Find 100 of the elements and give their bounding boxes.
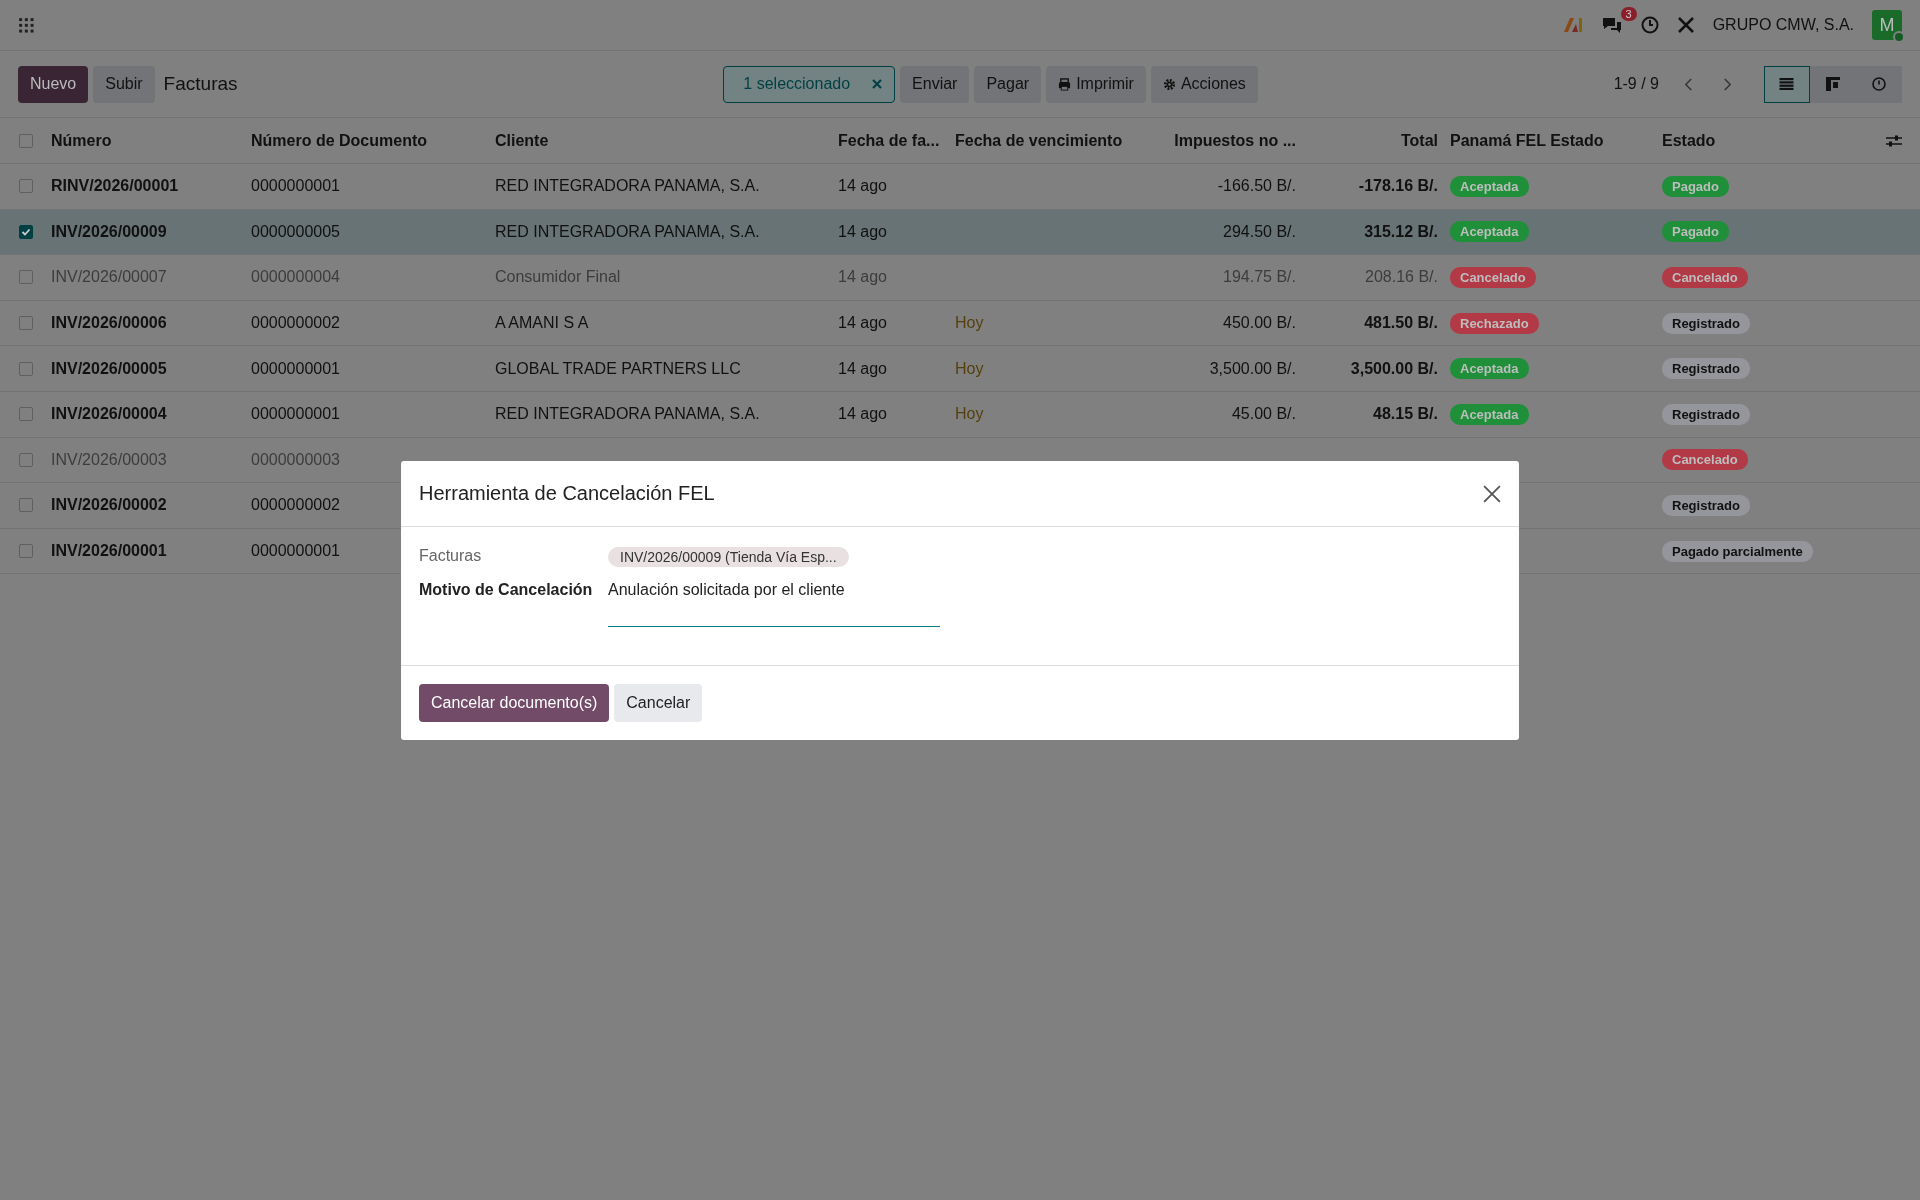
column-header[interactable]: Panamá FEL Estado [1450,131,1604,149]
table-cell: INV/2026/00007 [51,268,167,286]
table-cell: RED INTEGRADORA PANAMA, S.A. [495,405,760,423]
reason-field[interactable]: Anulación solicitada por el cliente [608,581,940,627]
table-cell: 208.16 B/. [1365,268,1438,286]
gear-icon [1162,77,1176,91]
table-cell: RED INTEGRADORA PANAMA, S.A. [495,222,760,240]
table-cell: 3,500.00 B/. [1209,359,1296,377]
status-badge: Pagado [1662,175,1729,197]
status-badge: Cancelado [1662,449,1748,471]
table-cell: -166.50 B/. [1217,177,1296,195]
table-cell: 14 ago [838,314,887,332]
chevron-left-icon [1684,77,1694,91]
user-avatar[interactable]: M [1872,10,1902,40]
action-button[interactable]: Enviar [900,65,970,103]
table-cell: GLOBAL TRADE PARTNERS LLC [495,359,741,377]
status-badge: Pagado [1662,221,1729,243]
ai-icon[interactable] [1562,17,1583,33]
column-header[interactable]: Número [51,131,112,149]
table-cell: 0000000005 [251,222,340,240]
pager-value[interactable]: 1-9 / 9 [1613,75,1659,93]
row-checkbox[interactable] [18,361,33,376]
table-cell: INV/2026/00006 [51,314,167,332]
table-cell: A AMANI S A [495,314,589,332]
printer-icon [1058,77,1072,91]
table-cell: 0000000002 [251,314,340,332]
status-badge: Rechazado [1450,312,1539,334]
clock-icon[interactable] [1640,16,1659,34]
status-badge: Registrado [1662,358,1750,380]
table-cell: INV/2026/00005 [51,359,167,377]
column-header[interactable]: Impuestos no ... [1174,131,1296,149]
table-cell: 0000000004 [251,268,340,286]
select-all-checkbox[interactable] [18,133,33,148]
close-icon[interactable] [1483,484,1501,503]
field-label: Motivo de Cancelación [419,581,593,598]
table-cell: 294.50 B/. [1223,222,1296,240]
status-badge: Aceptada [1450,175,1529,197]
view-switch-button[interactable] [1856,65,1902,103]
new-button[interactable]: Nuevo [18,65,89,103]
chat-icon[interactable] [1600,16,1623,34]
row-checkbox[interactable] [18,498,33,513]
status-badge: Registrado [1662,403,1750,425]
table-cell: INV/2026/00002 [51,496,167,514]
table-cell: 0000000001 [251,405,340,423]
apps-menu-icon[interactable] [18,17,34,33]
table-cell: 0000000001 [251,542,340,560]
clock-icon [1872,77,1886,91]
company-name[interactable]: GRUPO CMW, S.A. [1712,16,1854,34]
cancel-button[interactable]: Cancelar [614,684,703,722]
confirm-cancel-button[interactable]: Cancelar documento(s) [419,684,610,722]
table-cell: RED INTEGRADORA PANAMA, S.A. [495,177,760,195]
status-badge: Registrado [1662,494,1750,516]
close-icon[interactable] [872,79,883,89]
row-checkbox[interactable] [18,316,33,331]
check-icon [20,226,31,237]
status-badge: Cancelado [1450,267,1536,288]
view-switch-button[interactable] [1810,65,1856,103]
table-cell: 315.12 B/. [1364,222,1438,240]
list-icon [1779,78,1795,90]
selection-counter[interactable]: 1 seleccionado [723,65,896,103]
settings-icon[interactable] [1886,133,1902,148]
table-cell: 0000000003 [251,450,340,468]
table-cell: Consumidor Final [495,268,621,286]
action-button[interactable]: Imprimir [1046,65,1146,103]
row-checkbox[interactable] [18,407,33,422]
status-badge: Registrado [1662,312,1750,334]
table-cell: INV/2026/00001 [51,542,167,560]
invoice-tag[interactable]: INV/2026/00009 (Tienda Vía Esp... [608,547,849,567]
page-title: Facturas [163,73,238,95]
column-header[interactable]: Fecha de fa... [838,131,940,149]
table-cell: 481.50 B/. [1364,314,1438,332]
table-cell: 0000000001 [251,359,340,377]
row-checkbox[interactable] [18,270,33,285]
table-cell: 14 ago [838,177,887,195]
view-switch-button[interactable] [1764,65,1810,103]
column-header[interactable]: Número de Documento [251,131,427,149]
action-button[interactable]: Acciones [1150,65,1258,103]
status-badge: Aceptada [1450,403,1529,425]
table-cell: -178.16 B/. [1358,177,1438,195]
action-button[interactable]: Pagar [974,65,1042,103]
field-label: Facturas [419,547,482,564]
column-header[interactable]: Fecha de vencimiento [955,131,1123,149]
table-cell: RINV/2026/00001 [51,177,179,195]
status-badge: Aceptada [1450,221,1529,243]
table-cell: 48.15 B/. [1373,405,1438,423]
table-cell: 194.75 B/. [1223,268,1296,286]
dialog-title: Herramienta de Cancelación FEL [419,482,715,505]
table-cell: INV/2026/00003 [51,450,167,468]
message-count-badge: 3 [1620,7,1637,21]
column-header[interactable]: Total [1400,131,1438,149]
row-checkbox[interactable] [18,224,33,239]
row-checkbox[interactable] [18,179,33,194]
table-cell: 450.00 B/. [1223,314,1296,332]
upload-button[interactable]: Subir [93,65,155,103]
column-header[interactable]: Estado [1662,131,1716,149]
status-badge: Aceptada [1450,358,1529,380]
row-checkbox[interactable] [18,544,33,559]
column-header[interactable]: Cliente [495,131,549,149]
row-checkbox[interactable] [18,452,33,467]
table-cell: INV/2026/00004 [51,405,167,423]
